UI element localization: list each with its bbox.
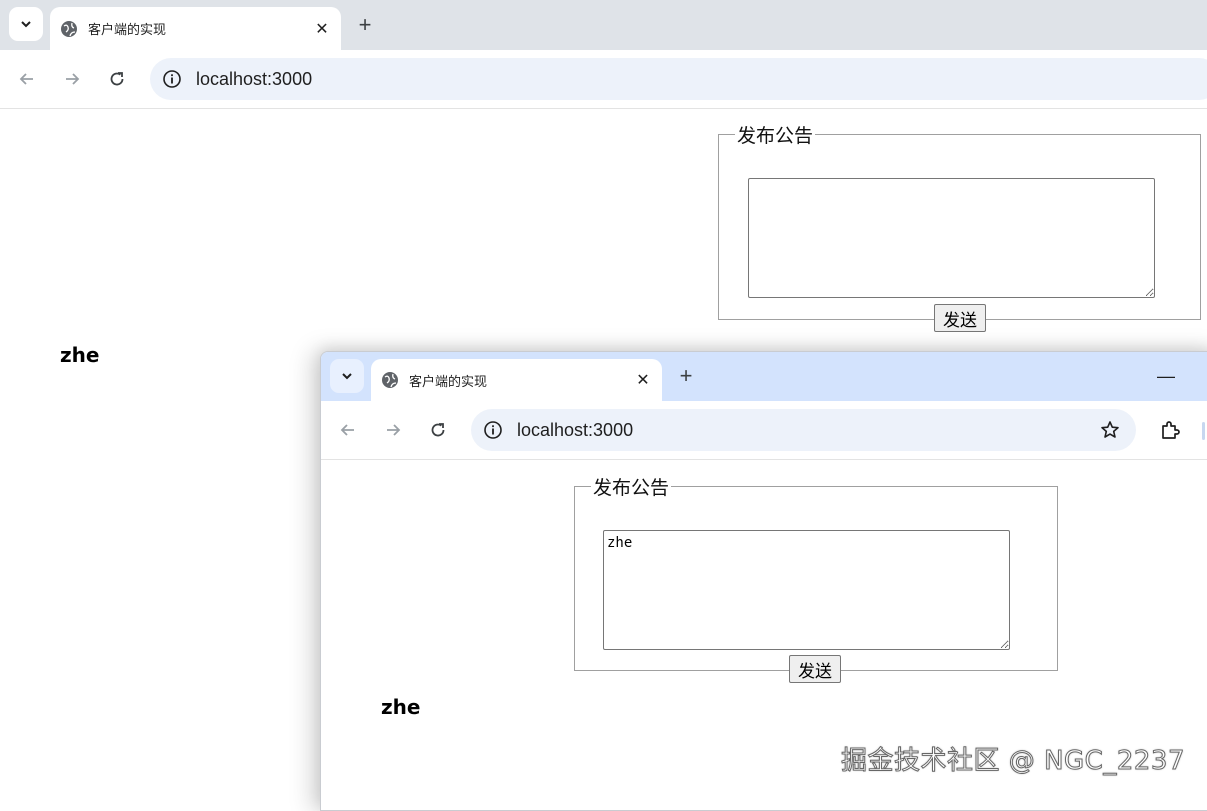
back-button[interactable] xyxy=(12,64,42,94)
tab-strip: 客户端的实现 ✕ + — xyxy=(321,352,1207,401)
notice-textarea[interactable]: zhe xyxy=(603,530,1010,650)
globe-icon xyxy=(60,20,78,38)
site-info-icon[interactable] xyxy=(483,420,503,440)
publish-notice-fieldset: 发布公告 发送 xyxy=(718,121,1201,320)
url-text: localhost:3000 xyxy=(196,69,312,90)
minimize-button[interactable]: — xyxy=(1151,361,1181,391)
reload-icon xyxy=(107,69,127,89)
extensions-button[interactable] xyxy=(1155,415,1185,445)
send-button[interactable]: 发送 xyxy=(934,304,986,332)
fieldset-legend: 发布公告 xyxy=(591,473,671,500)
forward-button[interactable] xyxy=(57,64,87,94)
publish-notice-fieldset: 发布公告 zhe 发送 xyxy=(574,473,1058,671)
tab-search-button[interactable] xyxy=(330,359,364,393)
active-tab[interactable]: 客户端的实现 ✕ xyxy=(50,7,341,50)
address-bar[interactable]: localhost:3000 xyxy=(150,58,1207,100)
tab-title: 客户端的实现 xyxy=(88,19,311,38)
reload-button[interactable] xyxy=(102,64,132,94)
message-text: zhe xyxy=(381,695,420,719)
reload-icon xyxy=(428,420,448,440)
address-bar[interactable]: localhost:3000 xyxy=(471,409,1136,451)
tab-search-button[interactable] xyxy=(9,7,43,41)
back-button[interactable] xyxy=(333,415,363,445)
tab-strip: 客户端的实现 ✕ + xyxy=(0,0,1207,50)
globe-icon xyxy=(381,371,399,389)
bookmark-star-icon[interactable] xyxy=(1100,420,1120,440)
watermark-text: 掘金技术社区 @ NGC_2237 xyxy=(841,740,1185,777)
close-tab-icon[interactable]: ✕ xyxy=(311,18,333,40)
forward-button[interactable] xyxy=(378,415,408,445)
toolbar-divider xyxy=(1202,422,1205,440)
new-tab-button[interactable]: + xyxy=(672,362,700,390)
arrow-left-icon xyxy=(17,69,37,89)
browser-toolbar: localhost:3000 xyxy=(0,50,1207,109)
close-tab-icon[interactable]: ✕ xyxy=(632,369,654,391)
chevron-down-icon xyxy=(340,369,354,383)
site-info-icon[interactable] xyxy=(162,69,182,89)
url-text: localhost:3000 xyxy=(517,420,633,441)
tab-title: 客户端的实现 xyxy=(409,371,632,390)
arrow-right-icon xyxy=(383,420,403,440)
arrow-left-icon xyxy=(338,420,358,440)
reload-button[interactable] xyxy=(423,415,453,445)
chevron-down-icon xyxy=(19,17,33,31)
browser-toolbar: localhost:3000 xyxy=(321,401,1207,460)
active-tab[interactable]: 客户端的实现 ✕ xyxy=(371,359,662,401)
arrow-right-icon xyxy=(62,69,82,89)
puzzle-icon xyxy=(1159,419,1181,441)
send-button[interactable]: 发送 xyxy=(789,655,841,683)
message-text: zhe xyxy=(60,343,99,367)
new-tab-button[interactable]: + xyxy=(351,11,379,39)
fieldset-legend: 发布公告 xyxy=(735,121,815,148)
notice-textarea[interactable] xyxy=(748,178,1155,298)
